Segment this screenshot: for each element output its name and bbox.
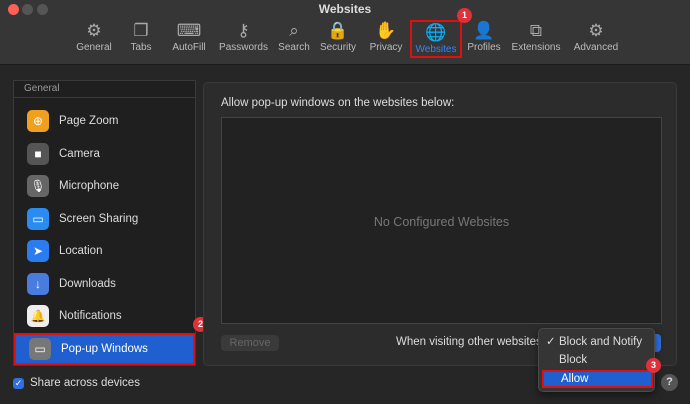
sidebar: General ⊕ Page Zoom ■ Camera 🎙 Microphone ▭ Scr… [13,80,196,366]
sidebar-item-screen-sharing[interactable]: ▭ Screen Sharing [14,203,195,235]
tabs-icon: ❐ [126,20,156,42]
share-across-devices-checkbox[interactable]: ✓ Share across devices [13,377,140,389]
tab-label: AutoFill [172,42,205,53]
sidebar-item-label: Camera [59,148,100,160]
general-icon: ⚙ [73,20,115,42]
tab-autofill[interactable]: ⌨AutoFill [168,20,210,58]
tab-label: Profiles [467,42,500,53]
tab-privacy[interactable]: ✋Privacy [367,20,405,58]
notifications-icon: 🔔 [27,305,49,327]
sidebar-item-pop-up-windows[interactable]: ▭ Pop-up Windows [14,333,195,365]
tab-extensions[interactable]: ⧉Extensions [510,20,562,58]
sidebar-item-notifications[interactable]: 🔔 Notifications [14,300,195,332]
tab-label: Security [320,42,356,53]
tab-label: Tabs [130,42,151,53]
empty-text: No Configured Websites [222,215,661,229]
search-icon: ⌕ [276,20,312,42]
tab-label: Passwords [219,42,268,53]
location-icon: ➤ [27,240,49,262]
step-badge: 1 [457,8,472,23]
websites-icon: 🌐 [415,22,457,44]
tab-general[interactable]: ⚙General [73,20,115,58]
sidebar-item-label: Pop-up Windows [61,343,148,355]
screen-sharing-icon: ▭ [27,208,49,230]
remove-button[interactable]: Remove [221,335,279,351]
camera-icon: ■ [27,143,49,165]
sidebar-item-label: Downloads [59,278,116,290]
step-badge: 3 [646,358,661,373]
window-title: Websites [0,2,690,16]
share-label: Share across devices [30,377,140,389]
sidebar-item-label: Microphone [59,180,119,192]
tab-websites[interactable]: 🌐Websites [410,20,462,58]
extensions-icon: ⧉ [510,20,562,42]
other-websites-label: When visiting other websites: [396,336,545,348]
tab-label: Websites [416,44,457,55]
tab-label: Extensions [512,42,561,53]
help-button[interactable]: ? [661,374,678,391]
sidebar-item-label: Screen Sharing [59,213,138,225]
tab-profiles[interactable]: 👤Profiles [465,20,503,58]
panel-label: Allow pop-up windows on the websites bel… [221,97,454,109]
sidebar-item-label: Notifications [59,310,122,322]
sidebar-item-downloads[interactable]: ↓ Downloads [14,268,195,300]
downloads-icon: ↓ [27,273,49,295]
security-icon: 🔒 [317,20,359,42]
page-zoom-icon: ⊕ [27,110,49,132]
menu-item-block[interactable]: Block [542,351,653,369]
sidebar-header: General [14,81,195,98]
tab-security[interactable]: 🔒Security [317,20,359,58]
checkbox-checked-icon: ✓ [13,378,24,389]
sidebar-item-page-zoom[interactable]: ⊕ Page Zoom [14,105,195,137]
tab-advanced[interactable]: ⚙Advanced [570,20,622,58]
tab-label: General [76,42,112,53]
websites-list[interactable]: No Configured Websites [221,117,662,324]
advanced-icon: ⚙ [570,20,622,42]
tab-passwords[interactable]: ⚷Passwords [216,20,271,58]
tab-search[interactable]: ⌕Search [276,20,312,58]
menu-item-allow[interactable]: Allow [542,370,653,388]
sidebar-item-label: Page Zoom [59,115,118,127]
tab-label: Privacy [370,42,403,53]
microphone-icon: 🎙 [27,175,49,197]
sidebar-item-label: Location [59,245,102,257]
toolbar: Websites ⚙General❐Tabs⌨AutoFill⚷Password… [0,0,690,65]
sidebar-item-camera[interactable]: ■ Camera [14,138,195,170]
passwords-icon: ⚷ [216,20,271,42]
privacy-icon: ✋ [367,20,405,42]
popup-policy-menu: ✓Block and Notify Block Allow [538,328,655,392]
checkmark-icon: ✓ [546,333,556,351]
popup-settings-panel: Allow pop-up windows on the websites bel… [203,82,677,366]
tab-label: Search [278,42,310,53]
profiles-icon: 👤 [465,20,503,42]
menu-item-label: Block and Notify [559,336,642,348]
sidebar-item-microphone[interactable]: 🎙 Microphone [14,170,195,202]
autofill-icon: ⌨ [168,20,210,42]
menu-item-block-and-notify[interactable]: ✓Block and Notify [542,333,653,351]
tab-label: Advanced [574,42,618,53]
pop-up-windows-icon: ▭ [29,338,51,360]
sidebar-item-location[interactable]: ➤ Location [14,235,195,267]
tab-tabs[interactable]: ❐Tabs [126,20,156,58]
